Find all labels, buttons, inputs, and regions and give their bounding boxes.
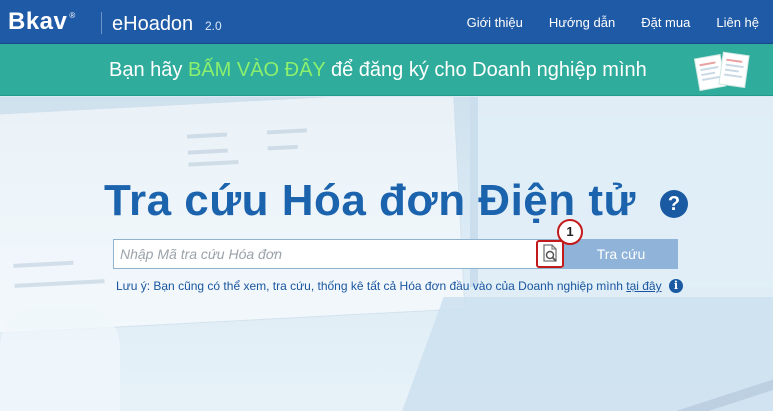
logo-brand: Bkav bbox=[8, 8, 68, 35]
banner-suffix: để đăng ký cho Doanh nghiệp mình bbox=[325, 59, 647, 81]
top-header: Bkav ® eHoadon 2.0 Giới thiệu Hướng dẫn … bbox=[0, 0, 773, 44]
nav-gioi-thieu[interactable]: Giới thiệu bbox=[467, 15, 523, 30]
background-mouse-image bbox=[0, 307, 120, 411]
logo-registered-mark: ® bbox=[69, 11, 76, 20]
product-version: 2.0 bbox=[205, 19, 222, 33]
nav-lien-he[interactable]: Liên hệ bbox=[716, 15, 759, 30]
info-circle-icon[interactable]: i bbox=[669, 279, 683, 293]
document-search-icon bbox=[543, 244, 557, 262]
logo-divider bbox=[101, 12, 102, 34]
invoice-code-input[interactable] bbox=[114, 240, 534, 268]
scan-invoice-button[interactable] bbox=[536, 240, 564, 268]
banner-text: Bạn hãy BẤM VÀO ĐÂY để đăng ký cho Doanh… bbox=[109, 58, 647, 82]
question-circle-icon[interactable]: ? bbox=[660, 190, 688, 218]
banner-click-here-link[interactable]: BẤM VÀO ĐÂY bbox=[188, 59, 325, 81]
note-text: Lưu ý: Bạn cũng có thể xem, tra cứu, thố… bbox=[116, 278, 662, 294]
note-body: Lưu ý: Bạn cũng có thể xem, tra cứu, thố… bbox=[116, 279, 627, 293]
register-banner[interactable]: Bạn hãy BẤM VÀO ĐÂY để đăng ký cho Doanh… bbox=[0, 44, 773, 96]
main-nav: Giới thiệu Hướng dẫn Đặt mua Liên hệ bbox=[441, 0, 759, 44]
step-number-badge: 1 bbox=[557, 219, 583, 245]
search-button[interactable]: Tra cứu bbox=[564, 239, 678, 269]
note-here-link[interactable]: tại đây bbox=[626, 279, 661, 293]
nav-huong-dan[interactable]: Hướng dẫn bbox=[549, 15, 615, 30]
background-keyboard-image bbox=[396, 297, 773, 411]
product-name: eHoadon bbox=[112, 13, 194, 35]
invoice-documents-icon bbox=[693, 51, 750, 92]
nav-dat-mua[interactable]: Đặt mua bbox=[641, 15, 690, 30]
page-title: Tra cứu Hóa đơn Điện tử bbox=[104, 176, 636, 225]
search-box bbox=[113, 239, 564, 269]
bkav-logo[interactable]: Bkav ® bbox=[8, 8, 75, 36]
banner-prefix: Bạn hãy bbox=[109, 59, 188, 81]
